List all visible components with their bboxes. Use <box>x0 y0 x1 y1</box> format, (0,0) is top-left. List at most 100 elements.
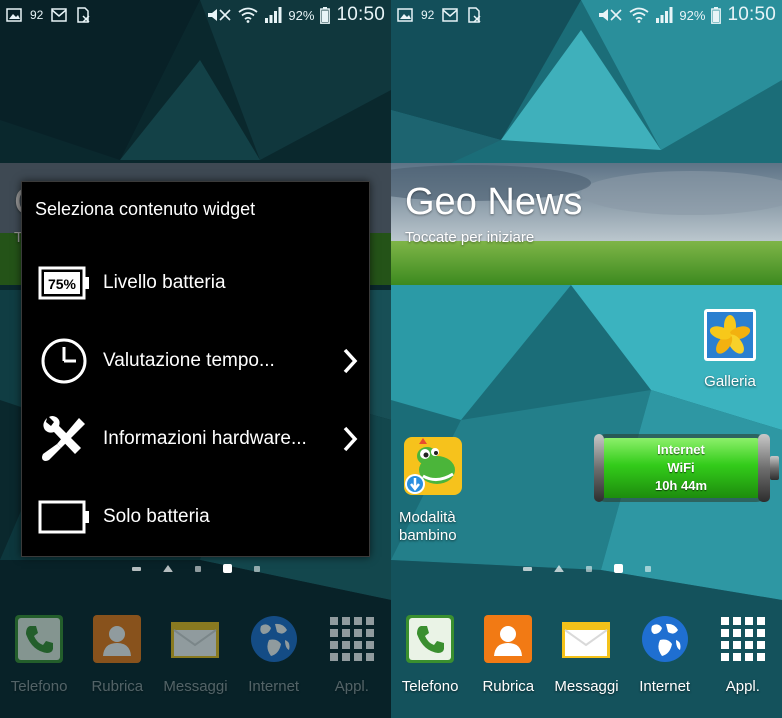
messages-icon <box>168 612 222 666</box>
geo-news-title: Geo News <box>405 181 583 223</box>
status-bar: 92 92% 10:50 <box>391 0 782 30</box>
globe-icon <box>247 612 301 666</box>
dock-label-internet: Internet <box>248 678 300 695</box>
dock-item-appl[interactable]: Appl. <box>704 612 782 712</box>
page-dot[interactable] <box>194 565 201 572</box>
dock-item-rubrica[interactable]: Rubrica <box>469 612 547 712</box>
app-label-kids-mode: Modalità bambino <box>399 509 457 545</box>
app-label-galleria: Galleria <box>704 373 756 390</box>
dialog-item-label: Solo batteria <box>103 506 210 527</box>
chevron-right-icon <box>342 426 358 457</box>
page-dot[interactable] <box>253 565 260 572</box>
phone-icon <box>403 612 457 666</box>
widget-content-dialog: Seleziona contenuto widget 75% Livello b… <box>21 181 370 557</box>
dock-item-rubrica[interactable]: Rubrica <box>78 612 156 712</box>
dock-label-rubrica: Rubrica <box>91 678 144 695</box>
mute-icon <box>597 7 623 23</box>
gallery-notification-icon <box>397 8 413 22</box>
dialog-title: Seleziona contenuto widget <box>35 199 256 219</box>
dock: Telefono Rubrica Messaggi Internet Appl. <box>391 612 782 712</box>
dock-label-messaggi: Messaggi <box>554 678 619 695</box>
dock-label-appl: Appl. <box>725 678 760 695</box>
battery-notification-text: 92 <box>30 8 44 22</box>
gallery-notification-icon <box>6 8 22 22</box>
dock-item-internet[interactable]: Internet <box>235 612 313 712</box>
no-sim-icon <box>75 7 91 23</box>
dialog-item-solo-batteria[interactable]: Solo batteria <box>22 478 371 556</box>
app-kids-mode[interactable]: Modalità bambino <box>399 436 463 545</box>
geo-news-subtitle: Toccate per iniziare <box>405 229 535 246</box>
clock-time: 10:50 <box>336 4 385 25</box>
battery-widget-line3: 10h 44m <box>654 478 708 493</box>
contacts-icon <box>481 612 535 666</box>
dock-item-telefono[interactable]: Telefono <box>391 612 469 712</box>
mail-notification-icon <box>51 8 68 22</box>
battery-icon <box>711 6 722 24</box>
dock-item-messaggi[interactable]: Messaggi <box>156 612 234 712</box>
signal-icon <box>655 7 673 23</box>
geo-news-widget[interactable]: Geo News Toccate per iniziare <box>391 163 782 285</box>
battery-widget[interactable]: Internet WiFi 10h 44m <box>592 432 782 504</box>
battery-percent: 92% <box>288 7 315 23</box>
app-label-kids-mode-line2: bambino <box>399 527 457 544</box>
dock-label-internet: Internet <box>639 678 691 695</box>
dialog-item-label: Livello batteria <box>103 272 226 293</box>
messages-icon <box>559 612 613 666</box>
mail-notification-icon <box>442 8 459 22</box>
app-galleria[interactable]: Galleria <box>703 308 757 391</box>
apps-grid-icon <box>325 612 379 666</box>
battery-75-label: 75% <box>48 276 77 292</box>
wifi-icon <box>629 7 649 23</box>
status-bar: 92 92% 10:50 <box>0 0 391 30</box>
gallery-app-icon <box>703 308 757 367</box>
dialog-item-valutazione-tempo[interactable]: Valutazione tempo... <box>22 322 371 400</box>
dialog-item-label: Valutazione tempo... <box>103 350 275 371</box>
battery-percent: 92% <box>679 7 706 23</box>
dock-item-appl[interactable]: Appl. <box>313 612 391 712</box>
tools-icon <box>35 414 93 464</box>
dock-label-telefono: Telefono <box>401 678 459 695</box>
clock-time: 10:50 <box>727 4 776 25</box>
page-dot-home[interactable] <box>162 565 173 572</box>
kids-mode-icon <box>403 436 463 501</box>
page-dot-active[interactable] <box>222 564 232 573</box>
page-dot-feed[interactable] <box>522 566 532 571</box>
page-indicator <box>391 564 782 573</box>
wifi-icon <box>238 7 258 23</box>
dock-label-rubrica: Rubrica <box>482 678 535 695</box>
dock-item-telefono[interactable]: Telefono <box>0 612 78 712</box>
dock-item-messaggi[interactable]: Messaggi <box>547 612 625 712</box>
dialog-item-livello-batteria[interactable]: 75% Livello batteria <box>22 244 371 322</box>
battery-notification-text: 92 <box>421 8 435 22</box>
dock: Telefono Rubrica Messaggi Internet Appl. <box>0 612 391 712</box>
dialog-item-informazioni-hardware[interactable]: Informazioni hardware... <box>22 400 371 478</box>
battery-widget-line1: Internet <box>657 442 705 457</box>
page-dot-home[interactable] <box>553 565 564 572</box>
contacts-icon <box>90 612 144 666</box>
dialog-item-label: Informazioni hardware... <box>103 428 307 449</box>
dock-item-internet[interactable]: Internet <box>626 612 704 712</box>
app-label-kids-mode-line1: Modalità <box>399 509 456 526</box>
left-screen: Geo News Toccate per iniziare 92 <box>0 0 391 718</box>
battery-icon <box>320 6 331 24</box>
page-dot[interactable] <box>585 565 592 572</box>
page-dot-active[interactable] <box>613 564 623 573</box>
mute-icon <box>206 7 232 23</box>
page-dot-feed[interactable] <box>131 566 141 571</box>
phone-icon <box>12 612 66 666</box>
chevron-right-icon <box>342 348 358 379</box>
battery-widget-text: Internet WiFi 10h 44m <box>592 432 770 504</box>
page-indicator <box>0 564 391 573</box>
dock-label-appl: Appl. <box>334 678 369 695</box>
apps-grid-icon <box>716 612 770 666</box>
battery-empty-icon <box>35 500 93 534</box>
signal-icon <box>264 7 282 23</box>
clock-icon <box>35 337 93 385</box>
no-sim-icon <box>466 7 482 23</box>
battery-75-icon: 75% <box>35 266 93 300</box>
dock-label-messaggi: Messaggi <box>163 678 228 695</box>
page-dot[interactable] <box>644 565 651 572</box>
right-screen: Geo News Toccate per iniziare 92 92% 10:… <box>391 0 782 718</box>
dock-label-telefono: Telefono <box>10 678 68 695</box>
battery-widget-line2: WiFi <box>667 460 695 475</box>
